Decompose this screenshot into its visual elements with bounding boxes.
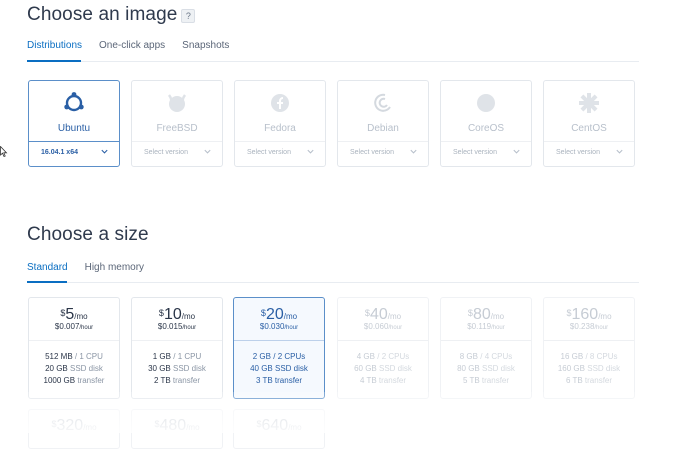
spec-memory-cpu: 512 MB / 1 CPU: [45, 352, 103, 361]
hourly-price: $0.015/hour: [157, 322, 197, 331]
hourly-price: $0.119/hour: [467, 322, 505, 331]
dist-card-fedora[interactable]: Fedora Select version: [234, 80, 326, 167]
monthly-price: $320/mo: [51, 417, 97, 434]
chevron-down-icon[interactable]: [203, 147, 212, 156]
tab-distributions[interactable]: Distributions: [27, 40, 82, 60]
dist-name: Debian: [367, 123, 399, 134]
size-card-320[interactable]: $320/mo: [28, 409, 120, 449]
dist-name: CentOS: [571, 123, 607, 134]
dist-divider: [544, 141, 634, 142]
dist-divider: [29, 141, 119, 142]
dist-divider: [338, 141, 428, 142]
size-divider: [234, 340, 324, 341]
version-select[interactable]: Select version: [247, 149, 291, 156]
mouse-cursor-icon: [0, 146, 8, 158]
spec-transfer: 5 TB transfer: [462, 376, 510, 385]
dist-divider: [441, 141, 531, 142]
freebsd-icon: [167, 94, 187, 112]
spec-memory-cpu: 16 GB / 8 CPUs: [560, 352, 618, 361]
hourly-price: $0.007/hour: [54, 322, 94, 331]
size-card-5[interactable]: $5/mo $0.007/hour 512 MB / 1 CPU 20 GB S…: [28, 297, 120, 399]
dist-card-debian[interactable]: Debian Select version: [337, 80, 429, 167]
spec-transfer: 2 TB transfer: [153, 376, 201, 385]
size-card-480[interactable]: $480/mo: [131, 409, 223, 449]
size-divider: [441, 340, 531, 341]
size-card-640[interactable]: $640/mo: [233, 409, 325, 449]
version-select[interactable]: Select version: [350, 149, 394, 156]
image-tab-active-indicator: [27, 60, 81, 62]
version-select[interactable]: Select version: [144, 149, 188, 156]
chevron-down-icon[interactable]: [100, 147, 109, 156]
version-select[interactable]: 16.04.1 x64: [41, 149, 78, 156]
dist-name: Ubuntu: [57, 123, 91, 134]
size-tab-active-indicator: [27, 281, 67, 283]
chevron-down-icon[interactable]: [512, 147, 521, 156]
dist-name: Fedora: [264, 123, 296, 134]
dist-card-centos[interactable]: CentOS Select version: [543, 80, 635, 167]
spec-disk: 60 GB SSD disk: [354, 364, 412, 373]
tab-snapshots[interactable]: Snapshots: [182, 40, 229, 60]
spec-transfer: 4 TB transfer: [359, 376, 407, 385]
size-divider: [338, 340, 428, 341]
debian-icon: [374, 93, 391, 112]
size-divider: [29, 340, 119, 341]
dist-card-coreos[interactable]: CoreOS Select version: [440, 80, 532, 167]
version-select[interactable]: Select version: [556, 149, 600, 156]
spec-transfer: 6 TB transfer: [565, 376, 613, 385]
dist-name: CoreOS: [467, 123, 505, 134]
size-card-20[interactable]: $20/mo $0.030/hour 2 GB / 2 CPUs 40 GB S…: [233, 297, 325, 399]
tab-high-memory[interactable]: High memory: [85, 262, 144, 282]
chevron-down-icon[interactable]: [409, 147, 418, 156]
ubuntu-icon: [64, 92, 84, 112]
spec-disk: 20 GB SSD disk: [45, 364, 103, 373]
size-card-10[interactable]: $10/mo $0.015/hour 1 GB / 1 CPU 30 GB SS…: [131, 297, 223, 399]
help-icon[interactable]: ?: [181, 8, 196, 23]
spec-memory-cpu: 2 GB / 2 CPUs: [252, 352, 306, 361]
chevron-down-icon[interactable]: [306, 147, 315, 156]
hourly-price: $0.030/hour: [259, 322, 299, 331]
coreos-icon: [477, 94, 495, 112]
monthly-price: $640/mo: [256, 417, 302, 434]
spec-disk: 30 GB SSD disk: [148, 364, 206, 373]
spec-memory-cpu: 8 GB / 4 CPUs: [459, 352, 513, 361]
dist-card-ubuntu[interactable]: Ubuntu 16.04.1 x64: [28, 80, 120, 167]
image-tabs: Distributions One-click apps Snapshots: [27, 40, 246, 60]
spec-memory-cpu: 1 GB / 1 CPU: [152, 352, 202, 361]
dist-name: FreeBSD: [156, 123, 198, 134]
spec-memory-cpu: 4 GB / 2 CPUs: [356, 352, 410, 361]
centos-icon: [579, 93, 599, 113]
spec-transfer: 3 TB transfer: [255, 376, 303, 385]
spec-disk: 160 GB SSD disk: [557, 364, 621, 373]
image-section-title: Choose an image: [27, 4, 178, 25]
size-card-160[interactable]: $160/mo $0.238/hour 16 GB / 8 CPUs 160 G…: [543, 297, 635, 399]
size-card-40[interactable]: $40/mo $0.060/hour 4 GB / 2 CPUs 60 GB S…: [337, 297, 429, 399]
image-section-header: Choose an image?: [27, 4, 196, 26]
size-tabs: Standard High memory: [27, 262, 161, 282]
size-card-80[interactable]: $80/mo $0.119/hour 8 GB / 4 CPUs 80 GB S…: [440, 297, 532, 399]
tab-standard[interactable]: Standard: [27, 262, 68, 282]
chevron-down-icon[interactable]: [615, 147, 624, 156]
size-divider: [132, 340, 222, 341]
dist-card-freebsd[interactable]: FreeBSD Select version: [131, 80, 223, 167]
fedora-icon: [271, 94, 289, 112]
spec-disk: 80 GB SSD disk: [457, 364, 515, 373]
hourly-price: $0.238/hour: [569, 322, 609, 331]
size-divider: [544, 340, 634, 341]
size-tabs-divider: [27, 282, 639, 283]
hourly-price: $0.060/hour: [363, 322, 403, 331]
image-tabs-divider: [27, 61, 639, 62]
spec-disk: 40 GB SSD disk: [250, 364, 308, 373]
monthly-price: $480/mo: [154, 417, 200, 434]
dist-divider: [132, 141, 222, 142]
spec-transfer: 1000 GB transfer: [43, 376, 105, 385]
tab-one-click-apps[interactable]: One-click apps: [99, 40, 165, 60]
version-select[interactable]: Select version: [453, 149, 497, 156]
size-section-title: Choose a size: [27, 224, 149, 245]
dist-divider: [235, 141, 325, 142]
